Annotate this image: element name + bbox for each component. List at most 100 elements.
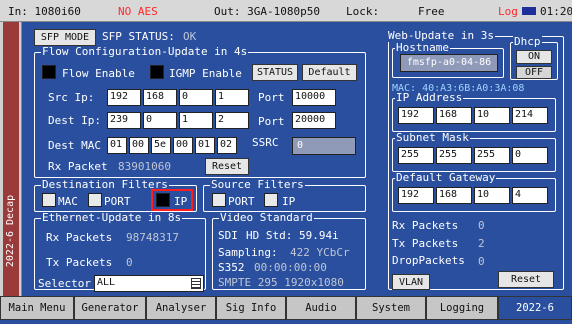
dest-ip-filter-label: IP xyxy=(174,195,188,208)
src-filters-legend: Source Filters xyxy=(210,178,305,191)
src-port-filter-label: PORT xyxy=(228,195,255,208)
src-ip-octet-1[interactable]: 192 xyxy=(107,89,141,106)
tab-logging[interactable]: Logging xyxy=(426,296,498,320)
igmp-enable-label: IGMP Enable xyxy=(169,67,242,80)
ethernet-rx-label: Rx Packets xyxy=(46,231,113,244)
src-ip-octet-2[interactable]: 168 xyxy=(143,89,177,106)
hostname-legend: Hostname xyxy=(395,41,450,54)
subnet-octet-2[interactable]: 255 xyxy=(436,147,472,164)
clock-time: 01:20 xyxy=(540,5,572,18)
ssrc-field[interactable]: 0 xyxy=(292,137,356,155)
src-port-filter-checkbox[interactable] xyxy=(212,193,226,207)
dest-port-filter-label: PORT xyxy=(104,195,131,208)
gateway-octet-3[interactable]: 10 xyxy=(474,187,510,204)
dest-port-filter-checkbox[interactable] xyxy=(88,193,102,207)
ip-octet-3[interactable]: 10 xyxy=(474,107,510,124)
web-tx-label: Tx Packets xyxy=(392,237,459,250)
dest-ip-octet-4[interactable]: 2 xyxy=(215,112,249,129)
ethernet-tx-label: Tx Packets xyxy=(46,256,113,269)
tab-main-menu[interactable]: Main Menu xyxy=(0,296,74,320)
src-ip-octet-4[interactable]: 1 xyxy=(215,89,249,106)
web-rx-value: 0 xyxy=(478,219,485,232)
src-port-field[interactable]: 10000 xyxy=(292,89,336,106)
selector-dropdown[interactable]: ALL xyxy=(94,275,204,292)
ethernet-rx-value: 98748317 xyxy=(126,231,179,244)
log-label[interactable]: Log xyxy=(498,6,518,17)
subnet-mask-legend: Subnet Mask xyxy=(395,131,470,144)
gateway-legend: Default Gateway xyxy=(395,171,497,184)
flow-enable-label: Flow Enable xyxy=(62,67,135,80)
src-port-label: Port xyxy=(258,91,285,104)
dest-mac-byte-6[interactable]: 02 xyxy=(217,137,237,154)
sfp-mode-button[interactable]: SFP MODE xyxy=(34,29,96,46)
vlan-button[interactable]: VLAN xyxy=(392,274,430,290)
flow-reset-button[interactable]: Reset xyxy=(205,158,249,175)
sfp-status-value: OK xyxy=(183,30,197,43)
output-status: Out: 3GA-1080p50 xyxy=(214,5,320,18)
ssrc-label: SSRC xyxy=(252,136,279,149)
dest-mac-filter-label: MAC xyxy=(58,195,78,208)
flow-enable-checkbox[interactable] xyxy=(42,65,56,79)
tab-system[interactable]: System xyxy=(356,296,426,320)
ip-octet-2[interactable]: 168 xyxy=(436,107,472,124)
dest-mac-byte-1[interactable]: 01 xyxy=(107,137,127,154)
device-screen: In: 1080i60 NO AES Out: 3GA-1080p50 Lock… xyxy=(0,0,572,324)
dest-ip-octet-3[interactable]: 1 xyxy=(179,112,213,129)
ip-address-legend: IP Address xyxy=(395,91,464,104)
dest-ip-label: Dest Ip: xyxy=(48,114,101,127)
gateway-octet-2[interactable]: 168 xyxy=(436,187,472,204)
subnet-octet-4[interactable]: 0 xyxy=(512,147,548,164)
menu-icon xyxy=(191,278,201,289)
battery-icon xyxy=(522,7,536,15)
dest-filters-legend: Destination Filters xyxy=(41,178,169,191)
video-standard-legend: Video Standard xyxy=(219,211,314,224)
lock-label: Lock: xyxy=(346,5,380,18)
dest-port-field[interactable]: 20000 xyxy=(292,112,336,129)
tab-generator[interactable]: Generator xyxy=(74,296,146,320)
dest-ip-octet-1[interactable]: 239 xyxy=(107,112,141,129)
tab-2022-6[interactable]: 2022-6 xyxy=(498,296,572,320)
dest-mac-byte-2[interactable]: 00 xyxy=(129,137,149,154)
subnet-octet-3[interactable]: 255 xyxy=(474,147,510,164)
web-drop-label: DropPackets xyxy=(392,254,465,267)
rx-packet-label: Rx Packet xyxy=(48,160,108,173)
tab-audio[interactable]: Audio xyxy=(286,296,356,320)
dest-ip-filter-checkbox[interactable] xyxy=(156,193,170,207)
dest-mac-byte-5[interactable]: 01 xyxy=(195,137,215,154)
side-label: 2022-6 Decap xyxy=(5,194,16,268)
rx-packet-value: 83901060 xyxy=(118,160,171,173)
web-reset-button[interactable]: Reset xyxy=(498,271,554,288)
src-ip-label: Src Ip: xyxy=(48,91,95,104)
tab-analyser[interactable]: Analyser xyxy=(146,296,216,320)
ip-octet-1[interactable]: 192 xyxy=(398,107,434,124)
gateway-octet-1[interactable]: 192 xyxy=(398,187,434,204)
dest-mac-byte-3[interactable]: 5e xyxy=(151,137,171,154)
dest-mac-filter-checkbox[interactable] xyxy=(42,193,56,207)
s352-value: 00:00:00:00 xyxy=(254,261,327,274)
sdi-standard: HD Std: 59.94i xyxy=(246,229,339,242)
web-tx-value: 2 xyxy=(478,237,485,250)
hostname-field[interactable]: fmsfp-a0-04-86 xyxy=(400,54,498,72)
sdi-label: SDI xyxy=(218,229,238,242)
gateway-octet-4[interactable]: 4 xyxy=(512,187,548,204)
sampling-label: Sampling: xyxy=(218,246,278,259)
default-button[interactable]: Default xyxy=(302,64,357,81)
dhcp-on-button[interactable]: ON xyxy=(516,50,552,64)
s352-label: S352 xyxy=(218,261,245,274)
web-drop-value: 0 xyxy=(478,255,485,268)
subnet-octet-1[interactable]: 255 xyxy=(398,147,434,164)
src-ip-filter-checkbox[interactable] xyxy=(264,193,278,207)
dhcp-legend: Dhcp xyxy=(513,35,542,48)
lock-value: Free xyxy=(418,5,445,18)
dest-mac-byte-4[interactable]: 00 xyxy=(173,137,193,154)
status-button[interactable]: STATUS xyxy=(252,64,298,81)
ip-octet-4[interactable]: 214 xyxy=(512,107,548,124)
selector-label: Selector xyxy=(38,277,91,290)
selector-value: ALL xyxy=(97,277,116,288)
src-ip-octet-3[interactable]: 0 xyxy=(179,89,213,106)
ethernet-tx-value: 0 xyxy=(126,256,133,269)
dhcp-off-button[interactable]: OFF xyxy=(516,66,552,79)
tab-sig-info[interactable]: Sig Info xyxy=(216,296,286,320)
dest-ip-octet-2[interactable]: 0 xyxy=(143,112,177,129)
igmp-enable-checkbox[interactable] xyxy=(150,65,164,79)
